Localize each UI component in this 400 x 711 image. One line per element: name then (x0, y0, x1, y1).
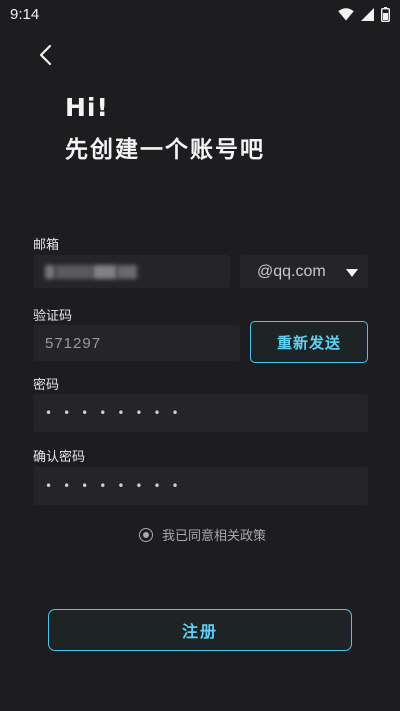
code-value: 571297 (45, 334, 102, 352)
chevron-left-icon (38, 44, 52, 70)
password-label: 密码 (33, 378, 60, 393)
agreement-text: 我已同意相关政策 (162, 529, 267, 544)
register-screen: 9:14 Hi! 先创建一个账号吧 邮箱 @qq.com 验证码 571297 … (0, 0, 400, 711)
status-bar: 9:14 (0, 0, 400, 28)
confirm-password-label: 确认密码 (33, 450, 86, 465)
radio-icon (139, 527, 153, 542)
email-domain-select[interactable]: @qq.com (240, 255, 368, 288)
confirm-password-value: •••••••• (45, 479, 190, 493)
status-time: 9:14 (10, 5, 40, 23)
wifi-icon (338, 7, 354, 21)
cellular-signal-icon (361, 7, 374, 21)
code-input[interactable]: 571297 (33, 325, 240, 361)
password-value: •••••••• (45, 406, 190, 420)
email-input[interactable] (33, 255, 230, 288)
battery-icon (381, 6, 390, 22)
email-value-redacted (45, 264, 137, 279)
resend-code-button[interactable]: 重新发送 (250, 321, 368, 363)
email-domain-value: @qq.com (257, 262, 326, 280)
agreement-checkbox[interactable]: 我已同意相关政策 (139, 525, 266, 544)
password-input[interactable]: •••••••• (33, 394, 368, 432)
register-button[interactable]: 注册 (48, 609, 352, 651)
caret-down-icon (346, 262, 358, 281)
greeting-text: Hi! (65, 93, 109, 122)
code-label: 验证码 (33, 309, 73, 324)
page-title: 先创建一个账号吧 (65, 137, 265, 163)
status-icons (338, 6, 390, 22)
back-button[interactable] (32, 44, 58, 70)
email-label: 邮箱 (33, 238, 60, 253)
confirm-password-input[interactable]: •••••••• (33, 467, 368, 505)
